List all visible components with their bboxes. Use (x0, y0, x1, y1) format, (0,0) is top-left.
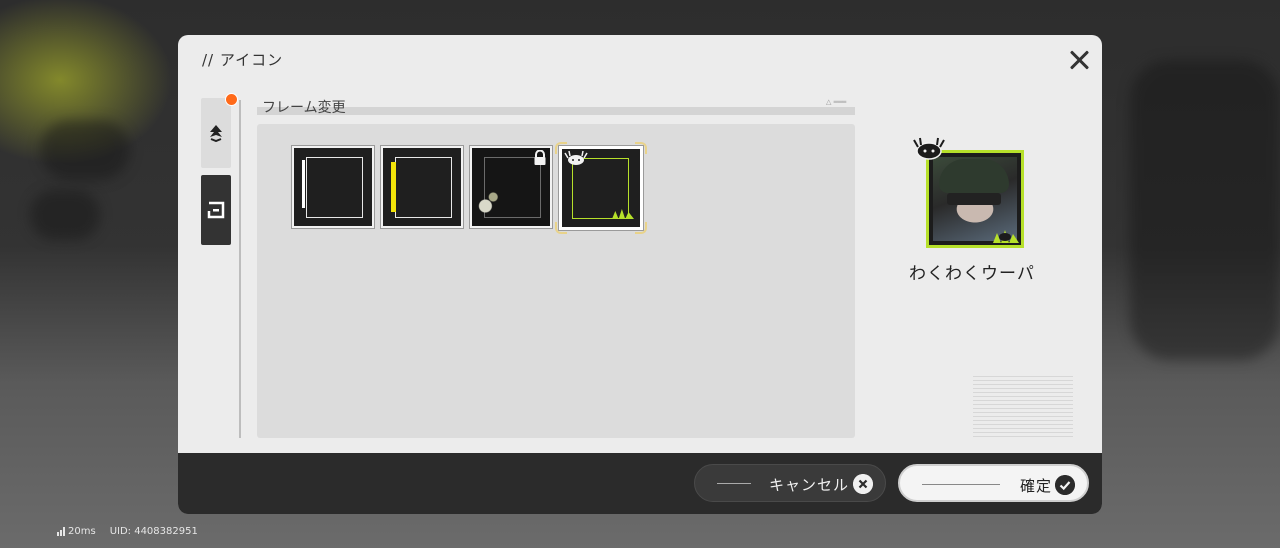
frame-stripe (391, 162, 396, 212)
section-title: フレーム変更 (262, 100, 346, 116)
cancel-label: キャンセル (769, 476, 850, 494)
selection-corner (635, 142, 647, 154)
axolotl-icon (564, 150, 588, 165)
frame-border (395, 157, 452, 218)
confirm-label: 確定 (1020, 477, 1053, 495)
decorative-lines (973, 373, 1073, 437)
uid-value: UID: 4408382951 (109, 526, 198, 537)
button-line (922, 484, 1000, 485)
frame-grid (257, 124, 855, 438)
notification-dot (225, 93, 238, 106)
flower-decoration (475, 188, 501, 218)
avatar-tab-icon (210, 125, 222, 142)
modal-footer: キャンセル 確定 (178, 453, 1102, 514)
rail-line (239, 100, 241, 438)
cancel-button[interactable]: キャンセル (694, 464, 886, 502)
modal-title: // アイコン (202, 51, 284, 69)
background-blob (1130, 60, 1280, 360)
selection-corner (635, 222, 647, 234)
selection-corner (555, 142, 567, 154)
player-name: わくわくウーパ (909, 264, 1035, 284)
tab-avatar[interactable] (201, 98, 231, 168)
frame-option-2[interactable] (381, 146, 463, 228)
frame-option-3[interactable] (470, 146, 552, 228)
frame-stripe (302, 160, 305, 208)
signal-icon (57, 527, 65, 536)
avatar-hair (939, 159, 1009, 193)
icon-modal: // アイコン フレーム変更 △ ═══ わくわくウーパ キャンセル 確定 (178, 35, 1102, 514)
tab-frame[interactable] (201, 175, 231, 245)
close-circle-icon (853, 474, 873, 494)
ping-value: 20ms (68, 526, 96, 537)
axolotl-icon (913, 137, 945, 160)
background-blob (30, 190, 100, 240)
frame-border (306, 157, 363, 218)
background-blob (40, 120, 130, 180)
frame-tab-icon (207, 201, 225, 219)
confirm-button[interactable]: 確定 (898, 464, 1089, 502)
avatar-preview (926, 150, 1024, 248)
avatar-visor (947, 193, 1001, 205)
status-bar: 20ms UID: 4408382951 (57, 526, 198, 537)
grass-creature-icon (993, 230, 1019, 243)
close-button[interactable] (1066, 47, 1092, 73)
section-mark-icon: △ ═══ (826, 98, 847, 106)
lock-icon (534, 150, 546, 165)
selection-corner (555, 222, 567, 234)
button-line (717, 483, 751, 484)
frame-option-1[interactable] (292, 146, 374, 228)
section-bar (257, 107, 855, 115)
check-circle-icon (1055, 475, 1075, 495)
frame-option-4-selected[interactable] (555, 142, 647, 234)
